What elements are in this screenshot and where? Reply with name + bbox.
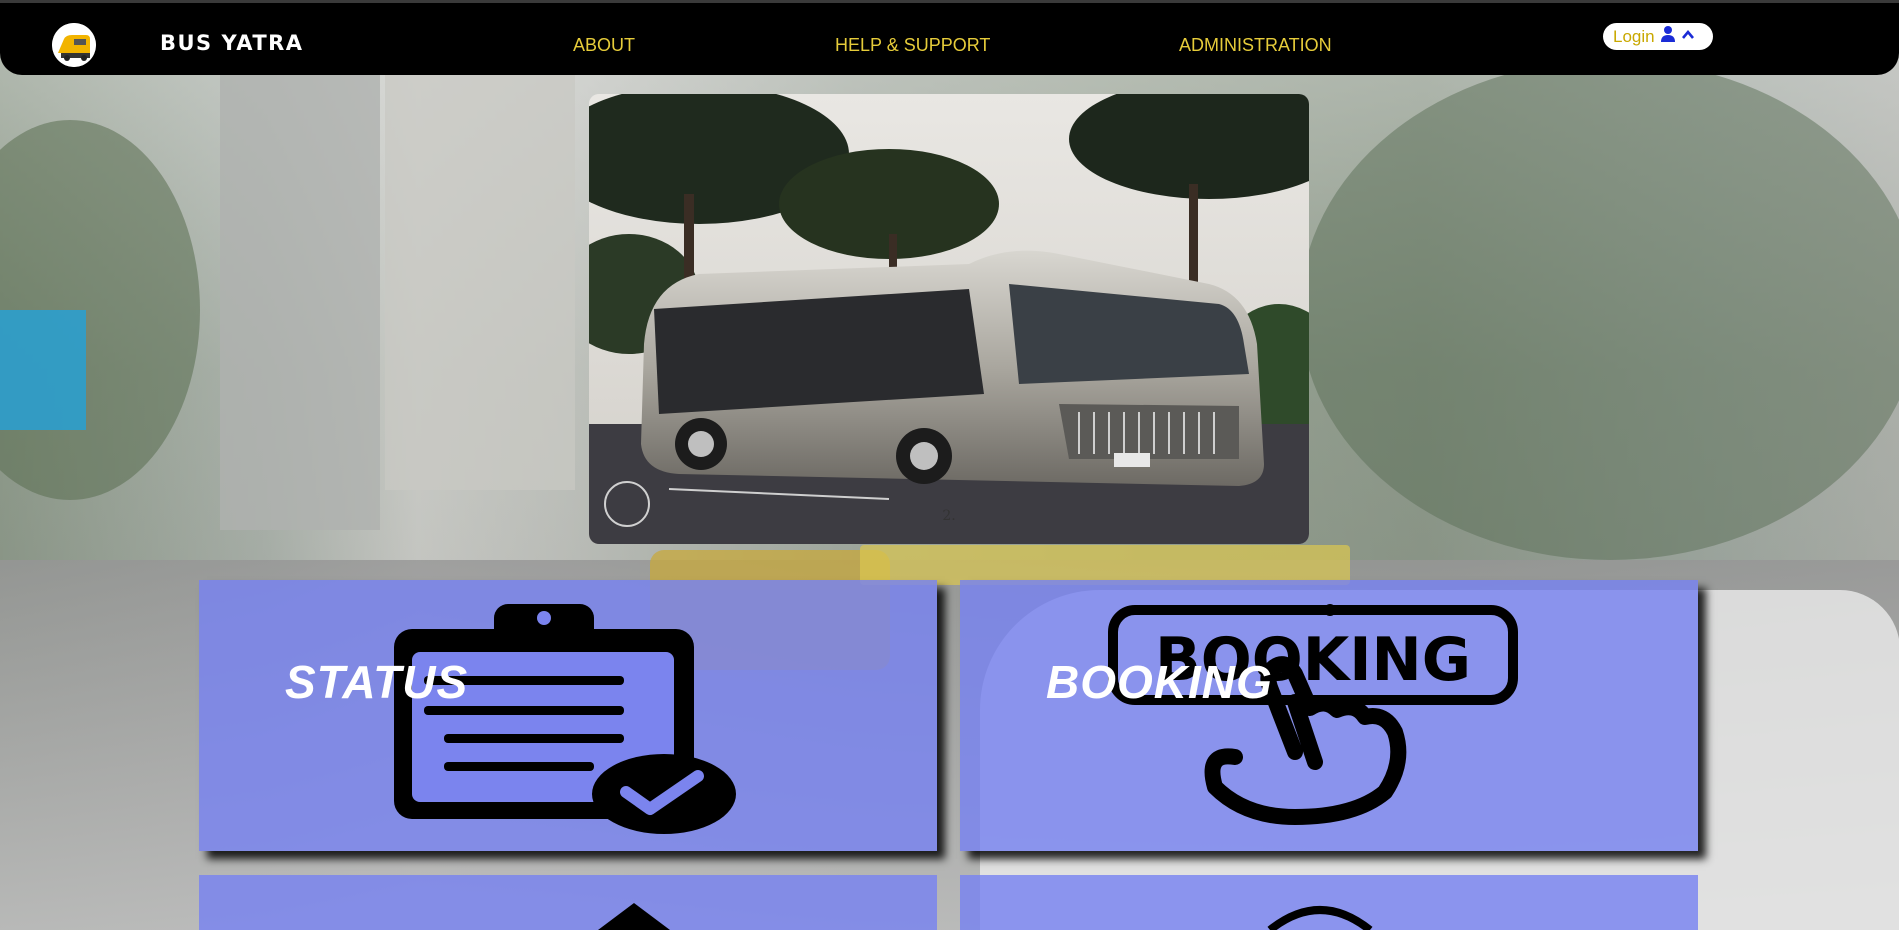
partial-card-icon <box>1265 900 1375 930</box>
login-label: Login <box>1613 26 1655 46</box>
chevron-up-icon <box>1681 28 1695 46</box>
clipboard-check-icon <box>384 604 754 839</box>
login-button[interactable]: Login <box>1603 23 1713 50</box>
booking-card[interactable]: BOOKING BOOKING <box>960 580 1698 851</box>
partial-card-icon <box>594 903 674 930</box>
hero-caption: 2. <box>942 508 956 524</box>
card-row2-right[interactable] <box>960 875 1698 930</box>
user-icon <box>1660 25 1676 48</box>
hero-bus-image: 2. <box>589 94 1309 544</box>
status-card-title: STATUS <box>285 656 469 708</box>
card-row2-left[interactable] <box>199 875 937 930</box>
status-card[interactable]: STATUS <box>199 580 937 851</box>
brand-name: BUS YATRA <box>160 31 304 55</box>
nav-help-support-link[interactable]: HELP & SUPPORT <box>835 35 990 56</box>
booking-card-title: BOOKING <box>1046 656 1273 708</box>
top-navbar: BUS YATRA ABOUT HELP & SUPPORT ADMINISTR… <box>0 0 1899 75</box>
nav-administration-link[interactable]: ADMINISTRATION <box>1179 35 1332 56</box>
nav-about-link[interactable]: ABOUT <box>573 35 635 56</box>
booking-hand-icon: BOOKING <box>1105 602 1545 837</box>
bus-logo-icon[interactable] <box>52 23 96 67</box>
